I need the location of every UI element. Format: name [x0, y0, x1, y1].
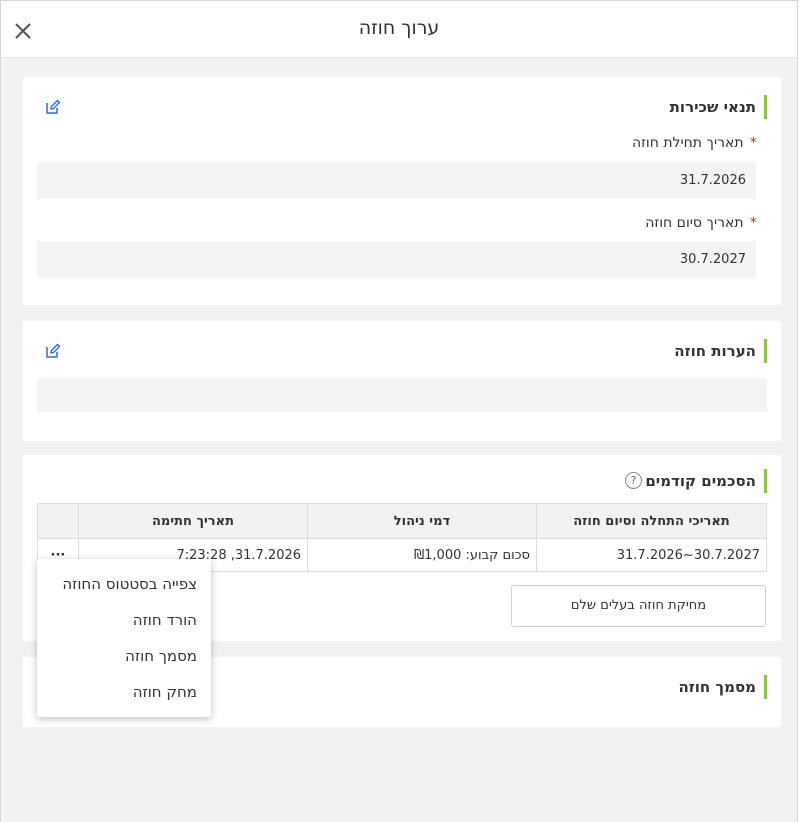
end-date-field[interactable]: 30.7.2027 — [37, 241, 756, 278]
start-date-label: תאריך תחילת חוזה * — [631, 135, 757, 151]
column-header: תאריך חתימה — [77, 503, 309, 539]
management-fee-cell: סכום קבוע: ₪1,000 — [307, 538, 537, 572]
menu-item-contract-document[interactable]: מסמך חוזה — [125, 647, 197, 665]
menu-item-view-status[interactable]: צפייה בסטטוס החוזה — [62, 575, 197, 593]
column-header: תאריכי התחלה וסיום חוזה — [535, 503, 768, 539]
previous-agreements-title: הסכמים קודמים — [645, 469, 767, 493]
rental-terms-title: תנאי שכירות — [670, 95, 767, 119]
contract-document-title: מסמך חוזה — [678, 675, 767, 699]
dialog-title: ערוך חוזה — [358, 17, 440, 39]
required-mark: * — [750, 135, 757, 151]
notes-field[interactable] — [37, 378, 767, 412]
start-date-field[interactable]: 31.7.2026 — [37, 162, 756, 199]
menu-item-download-contract[interactable]: הורד חוזה — [133, 611, 197, 629]
table-header-row: תאריכי התחלה וסיום חוזה דמי ניהול תאריך … — [37, 503, 768, 539]
column-header: דמי ניהול — [307, 503, 537, 539]
contract-dates-cell: 30.7.2027~31.7.2026 — [535, 538, 768, 572]
contract-notes-card: הערות חוזה — [23, 321, 781, 441]
row-context-menu: צפייה בסטטוס החוזה הורד חוזה מסמך חוזה מ… — [37, 559, 211, 717]
help-icon[interactable]: ? — [625, 472, 642, 489]
contract-notes-title: הערות חוזה — [674, 339, 767, 363]
column-header — [37, 503, 79, 539]
rental-terms-card: תנאי שכירות תאריך תחילת חוזה * 31.7.2026… — [23, 77, 781, 305]
required-mark: * — [750, 215, 757, 231]
dialog-header: ערוך חוזה — [1, 1, 797, 58]
delete-owner-contract-button[interactable]: מחיקת חוזה בעלים שלם — [511, 585, 766, 627]
edit-contract-dialog: ערוך חוזה תנאי שכירות תאריך תחילת חוזה *… — [0, 0, 798, 822]
menu-item-delete-contract[interactable]: מחק חוזה — [133, 683, 197, 701]
end-date-label: תאריך סיום חוזה * — [645, 215, 757, 231]
edit-icon[interactable] — [45, 99, 61, 115]
edit-icon[interactable] — [45, 343, 61, 359]
